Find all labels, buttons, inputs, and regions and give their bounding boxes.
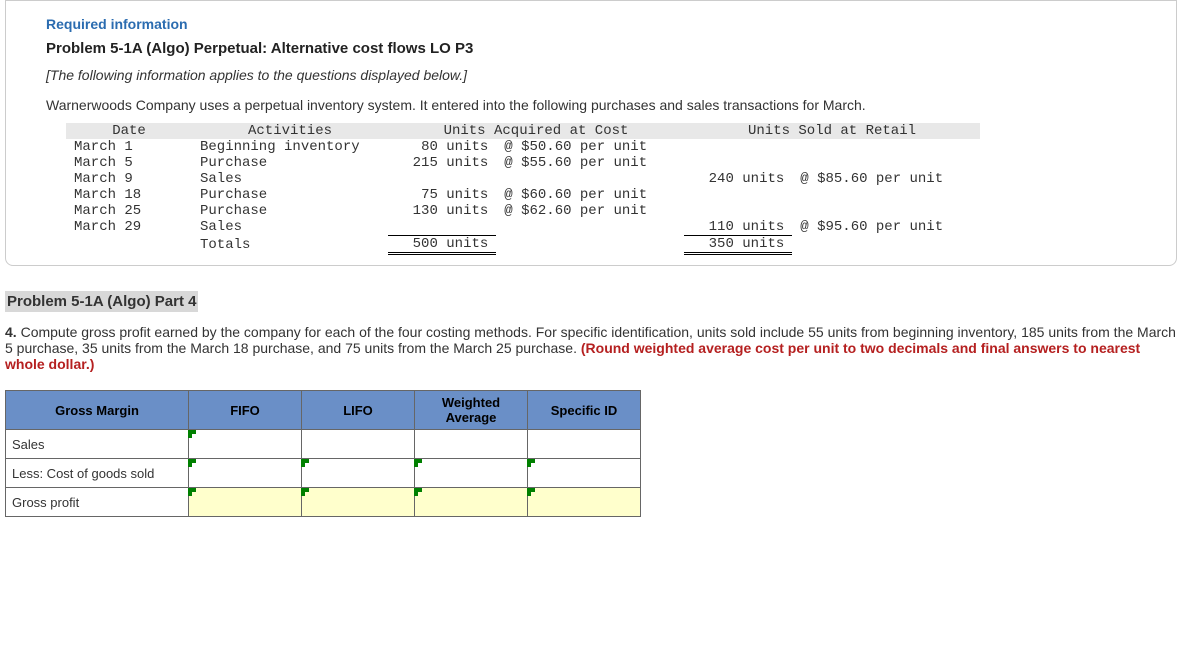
input-sales-fifo[interactable] bbox=[189, 430, 302, 459]
input-cogs-fifo[interactable] bbox=[189, 459, 302, 488]
required-info-label: Required information bbox=[46, 16, 1136, 32]
cell-acq-price bbox=[496, 219, 684, 236]
table-row: March 18 Purchase 75 units @ $60.60 per … bbox=[66, 187, 980, 203]
col-header-weighted-average: Weighted Average bbox=[415, 391, 528, 430]
question-text: 4. Compute gross profit earned by the co… bbox=[0, 324, 1182, 372]
cell-date: March 5 bbox=[66, 155, 192, 171]
table-row: March 9 Sales 240 units @ $85.60 per uni… bbox=[66, 171, 980, 187]
cell-activity: Purchase bbox=[192, 187, 388, 203]
table-row: March 25 Purchase 130 units @ $62.60 per… bbox=[66, 203, 980, 219]
totals-sold: 350 units bbox=[684, 236, 792, 254]
cell-date: March 9 bbox=[66, 171, 192, 187]
cell-acq-units bbox=[388, 171, 496, 187]
table-row: March 29 Sales 110 units @ $95.60 per un… bbox=[66, 219, 980, 236]
question-number: 4. bbox=[5, 324, 21, 340]
cell-activity: Beginning inventory bbox=[192, 139, 388, 155]
corner-mark-icon bbox=[414, 459, 422, 467]
corner-mark-icon bbox=[188, 459, 196, 467]
cell-activity: Purchase bbox=[192, 155, 388, 171]
col-header-fifo: FIFO bbox=[189, 391, 302, 430]
totals-row: Totals 500 units 350 units bbox=[66, 236, 980, 254]
input-gp-sid[interactable] bbox=[528, 488, 641, 517]
problem-intro: Warnerwoods Company uses a perpetual inv… bbox=[46, 97, 1136, 113]
cell-acq-price: @ $60.60 per unit bbox=[496, 187, 684, 203]
corner-mark-icon bbox=[301, 488, 309, 496]
cell-sold-price bbox=[792, 155, 980, 171]
cell-activity: Purchase bbox=[192, 203, 388, 219]
cell-acq-units: 130 units bbox=[388, 203, 496, 219]
cell-sold-price bbox=[792, 139, 980, 155]
col-header-specific-id: Specific ID bbox=[528, 391, 641, 430]
row-label-gross-profit: Gross profit bbox=[6, 488, 189, 517]
cell-activity: Sales bbox=[192, 171, 388, 187]
cell-sold-price bbox=[792, 203, 980, 219]
table-row: March 1 Beginning inventory 80 units @ $… bbox=[66, 139, 980, 155]
cell-date: March 1 bbox=[66, 139, 192, 155]
table-row: March 5 Purchase 215 units @ $55.60 per … bbox=[66, 155, 980, 171]
totals-acq: 500 units bbox=[388, 236, 496, 254]
row-sales: Sales bbox=[6, 430, 641, 459]
cell-sold-units: 110 units bbox=[684, 219, 792, 236]
cell-sold-units bbox=[684, 155, 792, 171]
applies-note: [The following information applies to th… bbox=[46, 67, 1136, 83]
answer-table: Gross Margin FIFO LIFO Weighted Average … bbox=[5, 390, 641, 517]
cell-activity: Sales bbox=[192, 219, 388, 236]
input-cogs-sid[interactable] bbox=[528, 459, 641, 488]
cell-acq-units: 75 units bbox=[388, 187, 496, 203]
input-gp-lifo[interactable] bbox=[302, 488, 415, 517]
cell-sold-price: @ $85.60 per unit bbox=[792, 171, 980, 187]
problem-card: Required information Problem 5-1A (Algo)… bbox=[5, 0, 1177, 266]
part-heading: Problem 5-1A (Algo) Part 4 bbox=[5, 291, 198, 312]
totals-label: Totals bbox=[192, 236, 388, 254]
cell-acq-price: @ $62.60 per unit bbox=[496, 203, 684, 219]
input-cogs-wa[interactable] bbox=[415, 459, 528, 488]
input-sales-lifo[interactable] bbox=[302, 430, 415, 459]
input-sales-wa[interactable] bbox=[415, 430, 528, 459]
row-label-sales: Sales bbox=[6, 430, 189, 459]
input-gp-fifo[interactable] bbox=[189, 488, 302, 517]
input-sales-sid[interactable] bbox=[528, 430, 641, 459]
row-cogs: Less: Cost of goods sold bbox=[6, 459, 641, 488]
col-header-gross-margin: Gross Margin bbox=[6, 391, 189, 430]
col-header-date: Date bbox=[66, 123, 192, 139]
cell-acq-price: @ $55.60 per unit bbox=[496, 155, 684, 171]
corner-mark-icon bbox=[527, 459, 535, 467]
corner-mark-icon bbox=[188, 430, 196, 438]
transactions-table: Date Activities Units Acquired at Cost U… bbox=[66, 123, 980, 255]
cell-acq-price: @ $50.60 per unit bbox=[496, 139, 684, 155]
corner-mark-icon bbox=[527, 488, 535, 496]
cell-date: March 25 bbox=[66, 203, 192, 219]
row-label-cogs: Less: Cost of goods sold bbox=[6, 459, 189, 488]
corner-mark-icon bbox=[188, 488, 196, 496]
row-gross-profit: Gross profit bbox=[6, 488, 641, 517]
cell-sold-price: @ $95.60 per unit bbox=[792, 219, 980, 236]
cell-sold-units bbox=[684, 203, 792, 219]
problem-title: Problem 5-1A (Algo) Perpetual: Alternati… bbox=[46, 40, 1136, 57]
corner-mark-icon bbox=[301, 459, 309, 467]
cell-acq-units bbox=[388, 219, 496, 236]
col-header-sold: Units Sold at Retail bbox=[684, 123, 980, 139]
cell-acq-units: 80 units bbox=[388, 139, 496, 155]
cell-acq-price bbox=[496, 171, 684, 187]
col-header-acquired: Units Acquired at Cost bbox=[388, 123, 684, 139]
col-header-activities: Activities bbox=[192, 123, 388, 139]
cell-sold-price bbox=[792, 187, 980, 203]
cell-sold-units bbox=[684, 139, 792, 155]
col-header-lifo: LIFO bbox=[302, 391, 415, 430]
input-gp-wa[interactable] bbox=[415, 488, 528, 517]
cell-date: March 18 bbox=[66, 187, 192, 203]
cell-sold-units: 240 units bbox=[684, 171, 792, 187]
cell-sold-units bbox=[684, 187, 792, 203]
input-cogs-lifo[interactable] bbox=[302, 459, 415, 488]
cell-date: March 29 bbox=[66, 219, 192, 236]
cell-acq-units: 215 units bbox=[388, 155, 496, 171]
corner-mark-icon bbox=[414, 488, 422, 496]
